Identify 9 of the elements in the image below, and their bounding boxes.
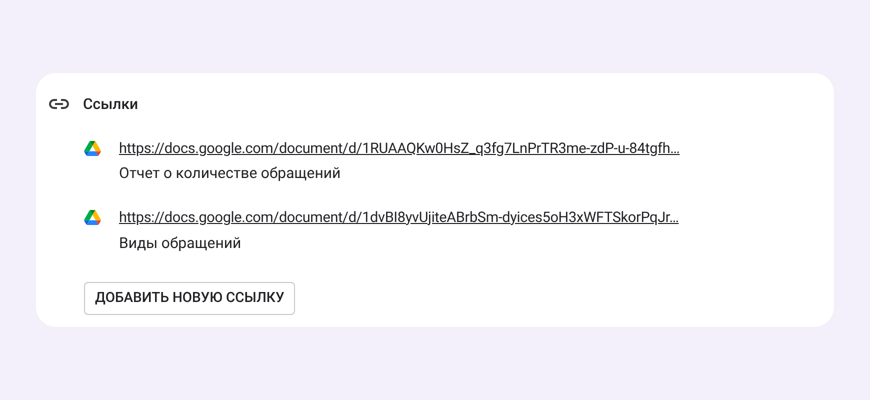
document-link[interactable]: https://docs.google.com/document/d/1dvBI8yvUjiteABrbSm-dyices5oH3xWFTSkorPqJr…: [119, 206, 679, 228]
link-description: Отчет о количестве обращений: [119, 163, 342, 184]
document-link[interactable]: https://docs.google.com/document/d/1RUAAQKw0HsZ_q3fg7LnPrTR3me-zdP-u-84tgfh…: [119, 138, 680, 160]
drive-icon: [84, 210, 101, 225]
drive-icon: [84, 140, 101, 156]
add-link-button[interactable]: ДОБАВИТЬ НОВУЮ ССЫЛКУ: [84, 282, 296, 315]
link-description: Виды обращений: [119, 232, 242, 254]
section-title: Ссылки: [83, 94, 138, 115]
link-icon: [49, 99, 69, 110]
